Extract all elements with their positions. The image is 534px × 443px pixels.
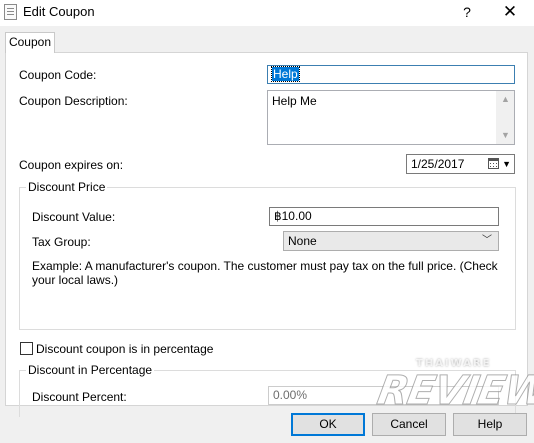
expires-date-picker[interactable]: 1/25/2017 ▼: [406, 154, 515, 174]
discount-value-label: Discount Value:: [32, 210, 116, 224]
description-scrollbar[interactable]: ▲ ▼: [496, 91, 514, 144]
expires-date-value: 1/25/2017: [411, 157, 465, 171]
discount-price-group: Discount Price Discount Value: ฿10.00 Ta…: [19, 180, 516, 330]
help-title-button[interactable]: ?: [454, 2, 480, 22]
coupon-description-value: Help Me: [272, 94, 317, 108]
dialog-client: Coupon Coupon Code: Help Coupon Descript…: [0, 26, 534, 443]
percentage-checkbox[interactable]: [20, 342, 33, 355]
discount-value: ฿10.00: [274, 209, 312, 223]
discount-percent-input[interactable]: 0.00%: [268, 386, 499, 405]
discount-percent-label: Discount Percent:: [32, 390, 127, 404]
ok-button[interactable]: OK: [291, 413, 365, 436]
window-title: Edit Coupon: [23, 4, 95, 19]
coupon-description-label: Coupon Description:: [19, 94, 128, 108]
chevron-down-icon: ﹀: [482, 235, 492, 246]
scroll-down-icon[interactable]: ▼: [497, 127, 514, 144]
coupon-code-input[interactable]: Help: [267, 65, 515, 84]
tax-group-value: None: [288, 234, 317, 248]
coupon-code-label: Coupon Code:: [19, 68, 97, 82]
discount-value-input[interactable]: ฿10.00: [269, 207, 499, 226]
tax-group-label: Tax Group:: [32, 235, 91, 249]
cancel-button[interactable]: Cancel: [372, 413, 446, 436]
coupon-panel: Coupon Code: Help Coupon Description: He…: [5, 52, 528, 417]
percentage-checkbox-label[interactable]: Discount coupon is in percentage: [36, 342, 213, 356]
discount-percentage-group: Discount in Percentage Discount Percent:…: [19, 363, 516, 417]
coupon-description-textarea[interactable]: Help Me ▲ ▼: [267, 90, 515, 145]
title-bar: Edit Coupon ? ✕: [0, 0, 534, 26]
example-text: Example: A manufacturer's coupon. The cu…: [32, 259, 498, 287]
expires-label: Coupon expires on:: [19, 158, 124, 172]
discount-percent-value: 0.00%: [273, 388, 308, 402]
tab-coupon[interactable]: Coupon: [5, 32, 55, 53]
discount-percentage-title: Discount in Percentage: [26, 363, 155, 377]
help-button[interactable]: Help: [453, 413, 527, 436]
coupon-code-value: Help: [271, 66, 300, 82]
discount-price-title: Discount Price: [26, 180, 108, 194]
tax-group-select[interactable]: None ﹀: [283, 231, 499, 251]
close-button[interactable]: ✕: [497, 2, 523, 22]
calendar-icon[interactable]: [488, 158, 499, 169]
scroll-up-icon[interactable]: ▲: [497, 91, 514, 108]
chevron-down-icon[interactable]: ▼: [502, 155, 511, 173]
app-icon: [4, 4, 17, 20]
